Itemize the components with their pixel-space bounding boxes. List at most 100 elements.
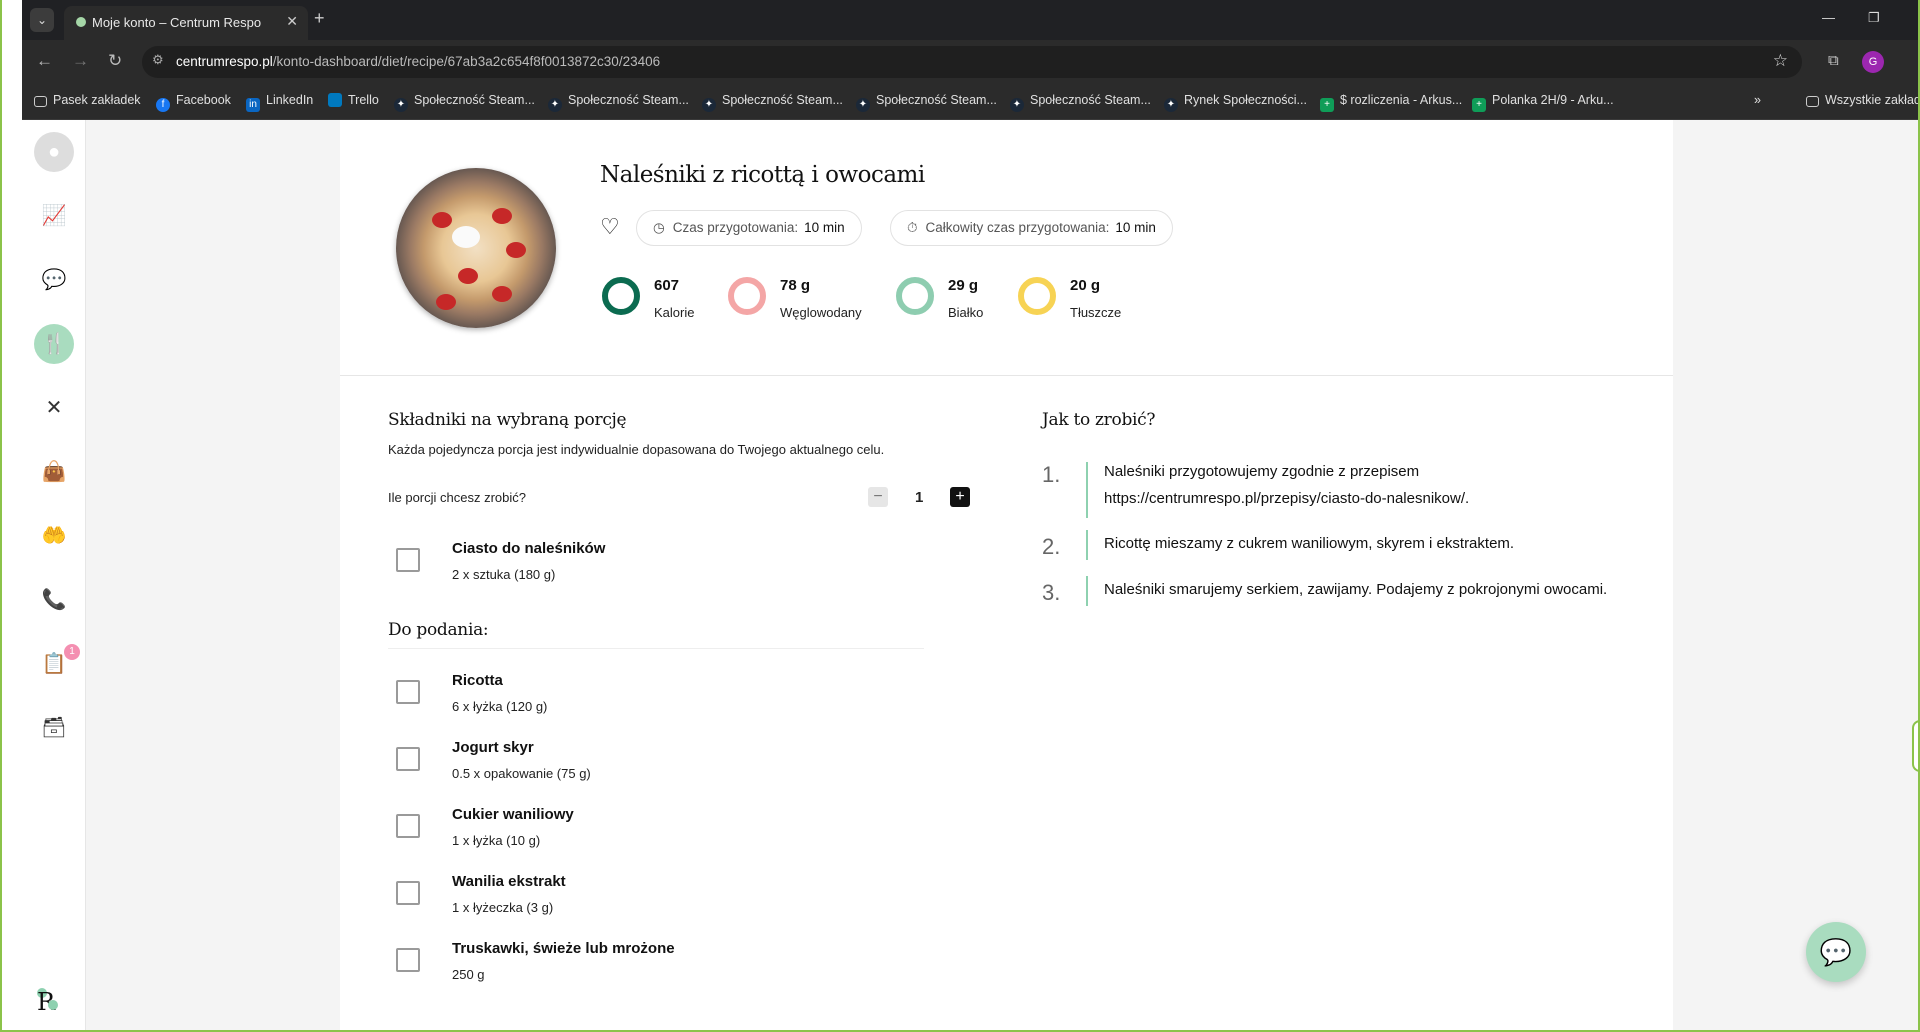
favorite-heart-icon[interactable]: ♡ <box>600 214 620 240</box>
tab-search-button[interactable]: ⌄ <box>30 8 54 32</box>
phone-call-icon[interactable]: 📞 <box>34 580 74 620</box>
bookmark-star-icon[interactable]: ☆ <box>1773 51 1788 71</box>
ingredient-name: Ciasto do naleśników <box>452 540 606 557</box>
messages-icon[interactable]: 💬 <box>34 260 74 300</box>
bookmark-item[interactable]: in LinkedIn <box>246 93 313 112</box>
bookmark-item[interactable]: ✦ Społeczność Steam... <box>1010 93 1151 112</box>
ingredient-checkbox[interactable] <box>396 814 420 838</box>
portions-label: Ile porcji chcesz zrobić? <box>388 490 526 505</box>
ingredient-name: Wanilia ekstrakt <box>452 873 566 890</box>
bookmark-item[interactable]: + Polanka 2H/9 - Arku... <box>1472 93 1614 112</box>
serving-heading: Do podania: <box>388 620 489 640</box>
ingredient-qty: 1 x łyżka (10 g) <box>452 833 541 848</box>
clock-icon: ◷ <box>653 220 665 235</box>
step-number: 3. <box>1042 580 1061 605</box>
bookmark-item[interactable]: f Facebook <box>156 93 231 112</box>
side-widget-tab[interactable] <box>1912 720 1918 772</box>
step-divider <box>1086 530 1088 560</box>
recipe-image <box>396 168 556 328</box>
macro-value: 29 g <box>948 277 979 294</box>
diet-cutlery-icon[interactable]: 🍴 <box>34 324 74 364</box>
workout-dumbbell-icon[interactable]: ✕ <box>34 388 74 428</box>
folder-icon <box>1806 96 1819 107</box>
sheets-icon: + <box>1320 98 1334 112</box>
macro-label: Węglowodany <box>780 305 862 320</box>
ingredient-qty: 1 x łyżeczka (3 g) <box>452 900 554 915</box>
all-bookmarks[interactable]: Wszystkie zakładki <box>1806 93 1918 107</box>
macro-label: Tłuszcze <box>1070 305 1122 320</box>
bookmark-item[interactable]: ✦ Społeczność Steam... <box>856 93 997 112</box>
ingredient-qty: 2 x sztuka (180 g) <box>452 567 556 582</box>
steam-icon: ✦ <box>702 98 716 112</box>
notification-badge: 1 <box>64 644 80 660</box>
portions-value: 1 <box>915 489 924 506</box>
back-button[interactable]: ← <box>36 51 53 71</box>
steam-icon: ✦ <box>394 98 408 112</box>
archive-box-icon[interactable]: 🗃 <box>34 708 74 748</box>
minimize-button[interactable]: — <box>1822 10 1835 25</box>
more-bookmarks-icon[interactable]: » <box>1754 93 1761 107</box>
active-tab[interactable]: Moje konto – Centrum Respo ✕ <box>64 6 308 40</box>
brand-logo: R <box>36 988 58 1024</box>
browser-window: ⌄ Moje konto – Centrum Respo ✕ + — ❐ ← →… <box>0 0 1920 1032</box>
facebook-icon: f <box>156 98 170 112</box>
close-tab-icon[interactable]: ✕ <box>286 13 298 30</box>
bookmark-item[interactable]: + $ rozliczenia - Arkus... <box>1320 93 1462 112</box>
new-tab-button[interactable]: + <box>314 8 325 29</box>
step-text: Naleśniki przygotowujemy zgodnie z przep… <box>1104 463 1470 507</box>
step-number: 1. <box>1042 462 1061 487</box>
ingredient-checkbox[interactable] <box>396 548 420 572</box>
extensions-icon[interactable]: ⧉ <box>1828 52 1839 69</box>
bookmark-item[interactable]: ✦ Rynek Społeczności... <box>1164 93 1307 112</box>
macro-value: 20 g <box>1070 277 1101 294</box>
recipe-title: Naleśniki z ricottą i owocami <box>600 162 925 188</box>
macro-ring <box>602 277 640 315</box>
avatar[interactable]: ● <box>34 132 74 172</box>
ingredient-name: Truskawki, świeże lub mrożone <box>452 940 675 957</box>
profile-avatar[interactable]: G <box>1862 51 1884 73</box>
address-bar[interactable]: ⚙ centrumrespo.pl/konto-dashboard/diet/r… <box>142 46 1802 78</box>
steam-icon: ✦ <box>856 98 870 112</box>
ingredient-name: Cukier waniliowy <box>452 806 574 823</box>
macro-ring <box>728 277 766 315</box>
reload-button[interactable]: ↻ <box>108 51 122 71</box>
forward-button[interactable]: → <box>72 51 89 71</box>
bookmark-item[interactable]: Trello <box>328 93 379 107</box>
ingredients-heading: Składniki na wybraną porcję <box>388 410 627 430</box>
bookmark-item[interactable]: ✦ Społeczność Steam... <box>548 93 689 112</box>
left-gutter <box>2 0 22 1030</box>
step-divider <box>1086 576 1088 606</box>
decrement-button[interactable]: − <box>868 487 888 507</box>
tab-favicon-icon <box>76 17 86 27</box>
shop-bag-icon[interactable]: 👜 <box>34 452 74 492</box>
ingredient-checkbox[interactable] <box>396 881 420 905</box>
bookmark-item[interactable]: ✦ Społeczność Steam... <box>394 93 535 112</box>
linkedin-icon: in <box>246 98 260 112</box>
recipe-card: Naleśniki z ricottą i owocami ♡ ◷ Czas pr… <box>340 120 1673 1030</box>
app-sidebar: ● 📈 💬 🍴 ✕ 👜 🤲 📞 📋 1 🗃 R <box>22 120 86 1030</box>
increment-button[interactable]: + <box>950 487 970 507</box>
timer-icon: ⏱ <box>907 220 918 235</box>
care-hand-icon[interactable]: 🤲 <box>34 516 74 556</box>
steam-icon: ✦ <box>548 98 562 112</box>
ingredients-subtitle: Każda pojedyncza porcja jest indywidualn… <box>388 442 885 457</box>
bookmark-item[interactable]: ✦ Społeczność Steam... <box>702 93 843 112</box>
tab-bar: ⌄ Moje konto – Centrum Respo ✕ + — ❐ <box>22 0 1918 40</box>
chat-bubble-icon[interactable]: 💬 <box>1806 922 1866 982</box>
step-text: Ricottę mieszamy z cukrem waniliowym, sk… <box>1104 535 1515 552</box>
site-info-icon[interactable]: ⚙ <box>152 52 164 68</box>
ingredient-qty: 250 g <box>452 967 485 982</box>
prep-time-pill: ◷ Czas przygotowania: 10 min <box>636 210 862 246</box>
ingredient-checkbox[interactable] <box>396 948 420 972</box>
step-divider <box>1086 462 1088 518</box>
restore-button[interactable]: ❐ <box>1868 10 1880 26</box>
steam-icon: ✦ <box>1010 98 1024 112</box>
ingredient-checkbox[interactable] <box>396 680 420 704</box>
ingredient-checkbox[interactable] <box>396 747 420 771</box>
macro-ring <box>896 277 934 315</box>
recipe-header: Naleśniki z ricottą i owocami ♡ ◷ Czas pr… <box>340 120 1673 376</box>
progress-chart-icon[interactable]: 📈 <box>34 196 74 236</box>
steam-icon: ✦ <box>1164 98 1178 112</box>
bookmark-item[interactable]: Pasek zakładek <box>34 93 141 107</box>
macro-ring <box>1018 277 1056 315</box>
